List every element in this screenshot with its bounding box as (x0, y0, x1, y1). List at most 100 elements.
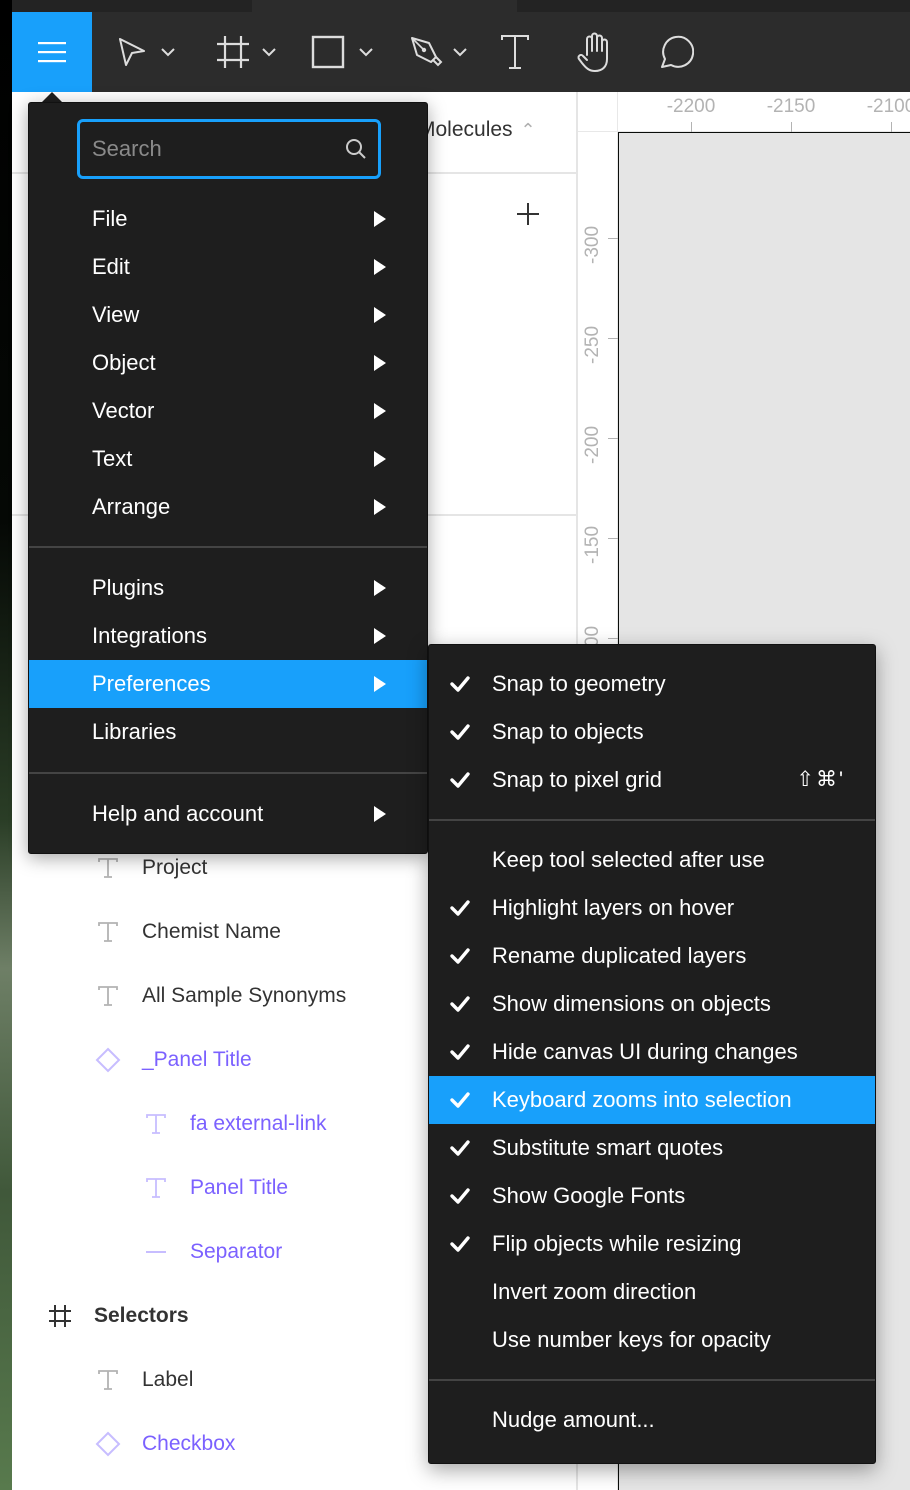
pref-item-nudge-amount[interactable]: Nudge amount... (429, 1396, 875, 1444)
checkmark-icon (449, 897, 471, 919)
menu-item-object[interactable]: Object (29, 339, 427, 387)
menu-item-label: Show dimensions on objects (492, 991, 771, 1016)
pref-item-highlight-layers-on-hover[interactable]: Highlight layers on hover (429, 884, 875, 932)
pref-item-rename-duplicated-layers[interactable]: Rename duplicated layers (429, 932, 875, 980)
layer-row[interactable]: Selectors (46, 1296, 189, 1336)
layer-row[interactable]: _Panel Title (94, 1040, 252, 1080)
layer-row[interactable]: Project (94, 848, 207, 888)
checkmark-icon (449, 1089, 471, 1111)
pref-item-hide-canvas-ui-during-changes[interactable]: Hide canvas UI during changes (429, 1028, 875, 1076)
layer-row[interactable]: fa external-link (142, 1104, 327, 1144)
menu-item-label: Object (92, 350, 156, 375)
preferences-submenu: Snap to geometry Snap to objects Snap to p… (428, 644, 876, 1464)
ruler-tick (691, 122, 692, 132)
frame-icon (217, 36, 249, 68)
menu-item-label: View (92, 302, 140, 327)
move-tool-button[interactable] (112, 12, 182, 92)
checkmark-icon (449, 1137, 471, 1159)
layer-name: All Sample Synonyms (142, 984, 347, 1007)
hand-tool-button[interactable] (572, 12, 618, 92)
comment-tool-button[interactable] (652, 12, 698, 92)
pref-item-use-number-keys-for-opacity[interactable]: Use number keys for opacity (429, 1316, 875, 1364)
line-layer-icon (142, 1238, 170, 1266)
chevron-down-icon[interactable] (451, 46, 469, 58)
shape-tool-button[interactable] (308, 12, 378, 92)
layer-name: Panel Title (190, 1176, 289, 1199)
layer-row[interactable]: Label (94, 1360, 193, 1400)
current-page-name: Molecules (418, 118, 513, 141)
chevron-down-icon[interactable] (260, 46, 278, 58)
tab-strip-right (517, 0, 910, 12)
text-tool-button[interactable] (492, 12, 538, 92)
chevron-down-icon[interactable] (357, 46, 375, 58)
menu-item-label: Show Google Fonts (492, 1183, 686, 1208)
pref-item-snap-to-geometry[interactable]: Snap to geometry (429, 660, 875, 708)
checkmark-icon (449, 769, 471, 791)
checkmark-icon (449, 721, 471, 743)
layer-row[interactable]: Panel Title (142, 1168, 288, 1208)
text-layer-icon (94, 918, 122, 946)
add-page-button[interactable] (514, 200, 542, 228)
layer-row[interactable]: Separator (142, 1232, 282, 1272)
menu-item-label: Arrange (92, 494, 171, 519)
pref-item-show-dimensions-on-objects[interactable]: Show dimensions on objects (429, 980, 875, 1028)
menu-item-label: Nudge amount... (492, 1407, 655, 1432)
pen-tool-button[interactable] (404, 12, 474, 92)
menu-item-edit[interactable]: Edit (29, 243, 427, 291)
pref-item-snap-to-objects[interactable]: Snap to objects (429, 708, 875, 756)
window-titlebar (12, 0, 910, 12)
ruler-tick (608, 238, 618, 239)
pref-item-keep-tool-selected-after-use[interactable]: Keep tool selected after use (429, 836, 875, 884)
frame-tool-button[interactable] (212, 12, 282, 92)
text-layer-icon (94, 982, 122, 1010)
menu-item-view[interactable]: View (29, 291, 427, 339)
menu-item-vector[interactable]: Vector (29, 387, 427, 435)
menu-item-plugins[interactable]: Plugins (29, 564, 427, 612)
menu-item-libraries[interactable]: Libraries (29, 708, 427, 756)
plus-icon (517, 203, 539, 225)
checkmark-icon (449, 993, 471, 1015)
ruler-tick (891, 122, 892, 132)
menu-item-label: Highlight layers on hover (492, 895, 735, 920)
text-layer-icon (94, 1366, 122, 1394)
pref-item-snap-to-pixel-grid[interactable]: Snap to pixel grid ⇧⌘' (429, 756, 875, 804)
menu-separator (429, 1379, 875, 1381)
frame-icon (46, 1302, 74, 1330)
ruler-label: -150 (582, 525, 603, 564)
layer-row[interactable]: All Sample Synonyms (94, 976, 346, 1016)
menu-item-file[interactable]: File (29, 195, 427, 243)
pages-toggle[interactable]: Molecules ⌃ (418, 118, 536, 142)
checkmark-icon (449, 1233, 471, 1255)
menu-search-box[interactable] (77, 119, 381, 179)
ruler-label: -2100 (866, 96, 910, 117)
menu-item-label: Integrations (92, 623, 207, 648)
menu-item-label: Vector (92, 398, 155, 423)
pref-item-substitute-smart-quotes[interactable]: Substitute smart quotes (429, 1124, 875, 1172)
submenu-arrow-icon (374, 307, 386, 323)
comment-icon (661, 35, 694, 68)
pref-item-flip-objects-while-resizing[interactable]: Flip objects while resizing (429, 1220, 875, 1268)
pref-item-keyboard-zooms-into-selection[interactable]: Keyboard zooms into selection (429, 1076, 875, 1124)
menu-item-label: File (92, 206, 128, 231)
main-menu-button[interactable] (12, 12, 92, 92)
menu-item-arrange[interactable]: Arrange (29, 483, 427, 531)
ruler-tick (608, 538, 618, 539)
layer-row[interactable]: Chemist Name (94, 912, 281, 952)
layer-row[interactable]: Checkbox (94, 1424, 235, 1464)
pref-item-invert-zoom-direction[interactable]: Invert zoom direction (429, 1268, 875, 1316)
menu-item-preferences[interactable]: Preferences (29, 660, 427, 708)
menu-item-label: Keyboard zooms into selection (492, 1087, 792, 1112)
pref-item-show-google-fonts[interactable]: Show Google Fonts (429, 1172, 875, 1220)
layer-name: Separator (190, 1240, 283, 1263)
menu-item-integrations[interactable]: Integrations (29, 612, 427, 660)
checkmark-icon (449, 1185, 471, 1207)
chevron-down-icon[interactable] (159, 46, 177, 58)
menu-item-text[interactable]: Text (29, 435, 427, 483)
component-instance-icon (94, 1046, 122, 1074)
menu-item-help-and-account[interactable]: Help and account (29, 790, 427, 838)
search-icon (346, 139, 366, 159)
submenu-arrow-icon (374, 355, 386, 371)
menu-search-input[interactable] (92, 122, 332, 176)
horizontal-ruler: -2200 -2150 -2100 (618, 92, 910, 132)
submenu-arrow-icon (374, 211, 386, 227)
